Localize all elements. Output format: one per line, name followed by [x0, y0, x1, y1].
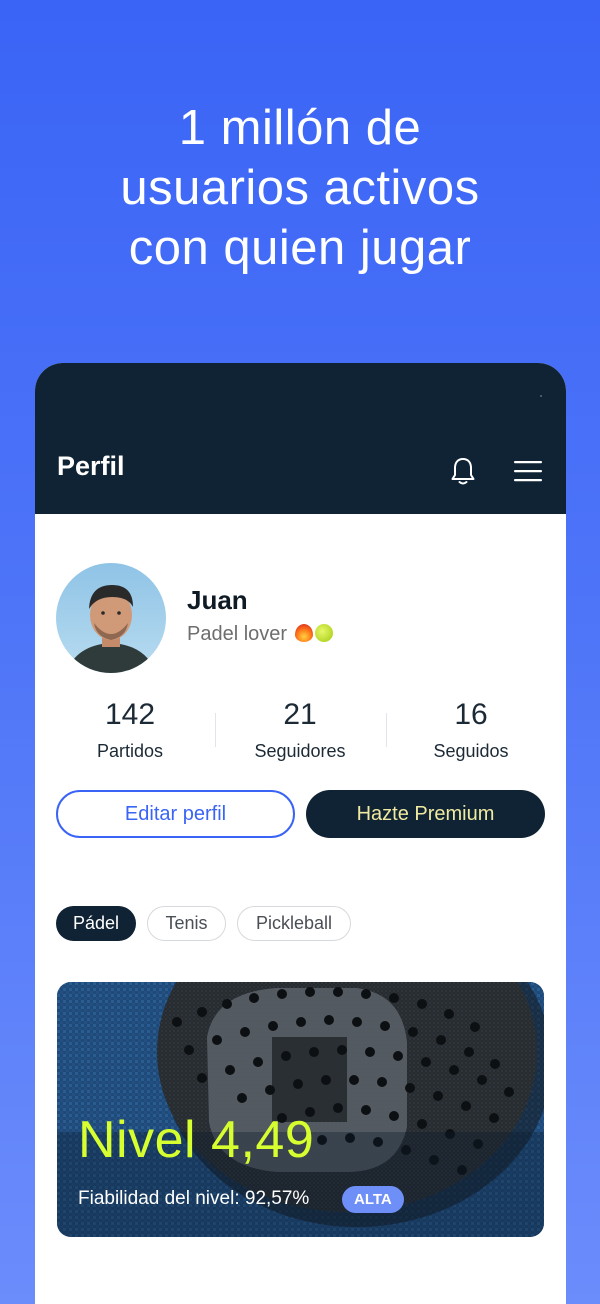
stat-value: 21	[283, 698, 317, 731]
profile-name: Juan	[187, 585, 248, 615]
phone-screen: Perfil Juan Padel lover 142 Partidos 21 …	[35, 363, 566, 1304]
stat-following[interactable]: 16 Seguidos	[386, 697, 556, 762]
go-premium-button[interactable]: Hazte Premium	[306, 790, 545, 838]
tennis-ball-emoji-icon	[314, 624, 333, 642]
headline-line-2: usuarios activos	[120, 161, 480, 215]
tab-pickleball[interactable]: Pickleball	[237, 906, 351, 941]
reliability-badge: ALTA	[342, 1186, 404, 1213]
stat-matches[interactable]: 142 Partidos	[45, 697, 215, 762]
profile-bio: Padel lover	[187, 623, 333, 646]
level-card[interactable]: Nivel 4,49 Fiabilidad del nivel: 92,57% …	[57, 982, 544, 1237]
top-app-bar: Perfil	[35, 363, 566, 514]
stat-value: 142	[104, 698, 156, 731]
tab-tenis[interactable]: Tenis	[147, 906, 226, 941]
profile-bio-text: Padel lover	[187, 623, 288, 645]
stat-label: Partidos	[96, 741, 164, 761]
headline-line-3: con quien jugar	[128, 221, 472, 275]
player-level: Nivel 4,49	[78, 1111, 315, 1169]
fire-emoji-icon	[294, 624, 313, 642]
promo-headline: 1 millón de usuarios activos con quien j…	[0, 98, 600, 278]
status-indicator	[540, 395, 542, 397]
edit-profile-button[interactable]: Editar perfil	[56, 790, 295, 838]
stat-label: Seguidores	[254, 741, 346, 761]
bell-icon[interactable]	[447, 455, 479, 487]
hamburger-menu-icon[interactable]	[513, 459, 543, 483]
level-reliability: Fiabilidad del nivel: 92,57%	[78, 1188, 310, 1209]
tab-padel[interactable]: Pádel	[56, 906, 136, 941]
stat-label: Seguidos	[433, 741, 509, 761]
profile-stats: 142 Partidos 21 Seguidores 16 Seguidos	[45, 697, 556, 767]
avatar[interactable]	[56, 563, 166, 673]
stat-followers[interactable]: 21 Seguidores	[215, 697, 385, 762]
stat-value: 16	[454, 698, 488, 731]
page-title: Perfil	[57, 451, 125, 481]
headline-line-1: 1 millón de	[178, 101, 422, 155]
